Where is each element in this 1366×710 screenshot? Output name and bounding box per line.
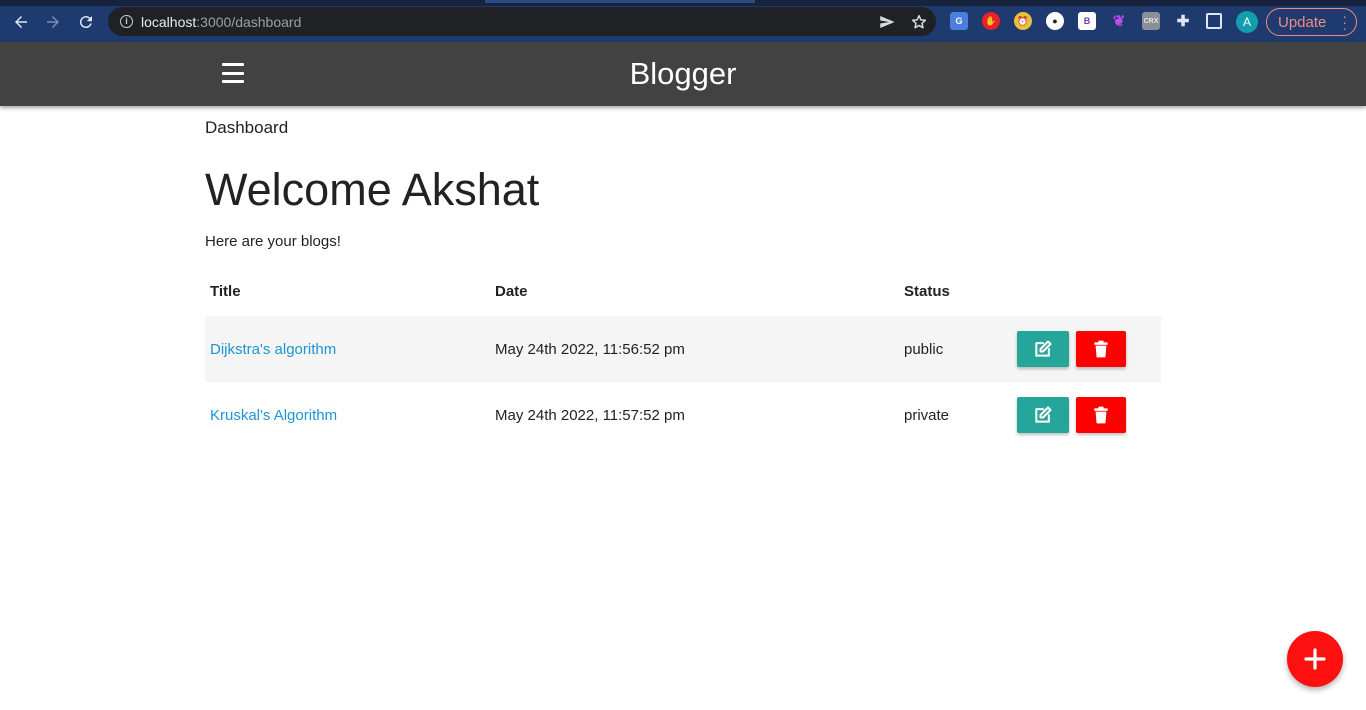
- site-info-icon[interactable]: i: [120, 15, 133, 28]
- trash-icon: [1094, 340, 1108, 358]
- profile-avatar[interactable]: A: [1236, 11, 1258, 33]
- plus-icon: [1304, 648, 1326, 670]
- column-header-date: Date: [495, 282, 528, 300]
- edit-icon: [1035, 406, 1052, 423]
- delete-button[interactable]: [1076, 397, 1126, 433]
- blog-actions-cell: [1012, 382, 1161, 448]
- back-arrow-icon: [15, 16, 27, 28]
- adblock-icon[interactable]: ✋: [982, 12, 1000, 30]
- bookmark-star-icon[interactable]: [910, 13, 928, 31]
- active-tab-edge: [485, 0, 755, 3]
- dev-extension-icon[interactable]: ●: [1046, 12, 1064, 30]
- more-vert-icon: · · ·: [1342, 8, 1347, 36]
- google-translate-icon[interactable]: G: [950, 12, 968, 30]
- address-url[interactable]: localhost:3000/dashboard: [141, 14, 301, 30]
- table-row: Kruskal's Algorithm May 24th 2022, 11:57…: [205, 382, 1161, 448]
- brand-logo[interactable]: Blogger: [0, 56, 1366, 92]
- send-icon[interactable]: [878, 13, 896, 31]
- column-header-status: Status: [904, 282, 950, 300]
- blog-title-cell: Dijkstra's algorithm: [205, 316, 490, 382]
- blogs-table: Title Date Status Dijkstra's algorithm M…: [205, 266, 1161, 448]
- side-panel-icon[interactable]: [1206, 13, 1222, 29]
- update-label: Update: [1278, 13, 1327, 31]
- page-breadcrumb: Dashboard: [205, 118, 289, 137]
- reload-icon: [79, 16, 92, 29]
- alarm-icon[interactable]: ⏰: [1014, 12, 1032, 30]
- edit-icon: [1035, 340, 1052, 357]
- blog-title-cell: Kruskal's Algorithm: [205, 382, 490, 448]
- blog-date-cell: May 24th 2022, 11:56:52 pm: [490, 316, 899, 382]
- address-bar[interactable]: i localhost:3000/dashboard: [108, 7, 936, 36]
- trash-icon: [1094, 406, 1108, 424]
- crx-extension-icon[interactable]: CRX: [1142, 12, 1160, 30]
- forward-arrow-icon: [47, 16, 59, 28]
- column-header-actions: [1012, 266, 1161, 316]
- edit-button[interactable]: [1017, 331, 1069, 367]
- column-header-title: Title: [210, 282, 241, 300]
- blog-title-link[interactable]: Dijkstra's algorithm: [210, 341, 336, 358]
- puzzle-icon[interactable]: ✚: [1174, 12, 1192, 30]
- reload-button[interactable]: [73, 9, 99, 35]
- delete-button[interactable]: [1076, 331, 1126, 367]
- back-button[interactable]: [8, 9, 34, 35]
- blog-status-cell: private: [904, 406, 950, 424]
- welcome-heading: Welcome Akshat: [205, 164, 540, 215]
- feather-icon[interactable]: ❦: [1110, 12, 1128, 30]
- b-extension-icon[interactable]: B: [1078, 12, 1096, 30]
- forward-button[interactable]: [40, 9, 66, 35]
- add-blog-button[interactable]: [1287, 631, 1343, 687]
- blog-title-link[interactable]: Kruskal's Algorithm: [210, 407, 337, 424]
- table-header-row: Title Date Status: [205, 266, 1161, 316]
- blogs-subtitle: Here are your blogs!: [205, 233, 341, 250]
- update-button[interactable]: Update · · ·: [1266, 8, 1357, 36]
- table-row: Dijkstra's algorithm May 24th 2022, 11:5…: [205, 316, 1161, 382]
- blog-status-cell: public: [899, 316, 1012, 382]
- blog-actions-cell: [1012, 316, 1161, 382]
- browser-toolbar: i localhost:3000/dashboard G ✋ ⏰ ● B ❦ C…: [0, 0, 1366, 42]
- app-bar: Blogger: [0, 42, 1366, 106]
- edit-button[interactable]: [1017, 397, 1069, 433]
- blog-date-cell: May 24th 2022, 11:57:52 pm: [495, 406, 685, 424]
